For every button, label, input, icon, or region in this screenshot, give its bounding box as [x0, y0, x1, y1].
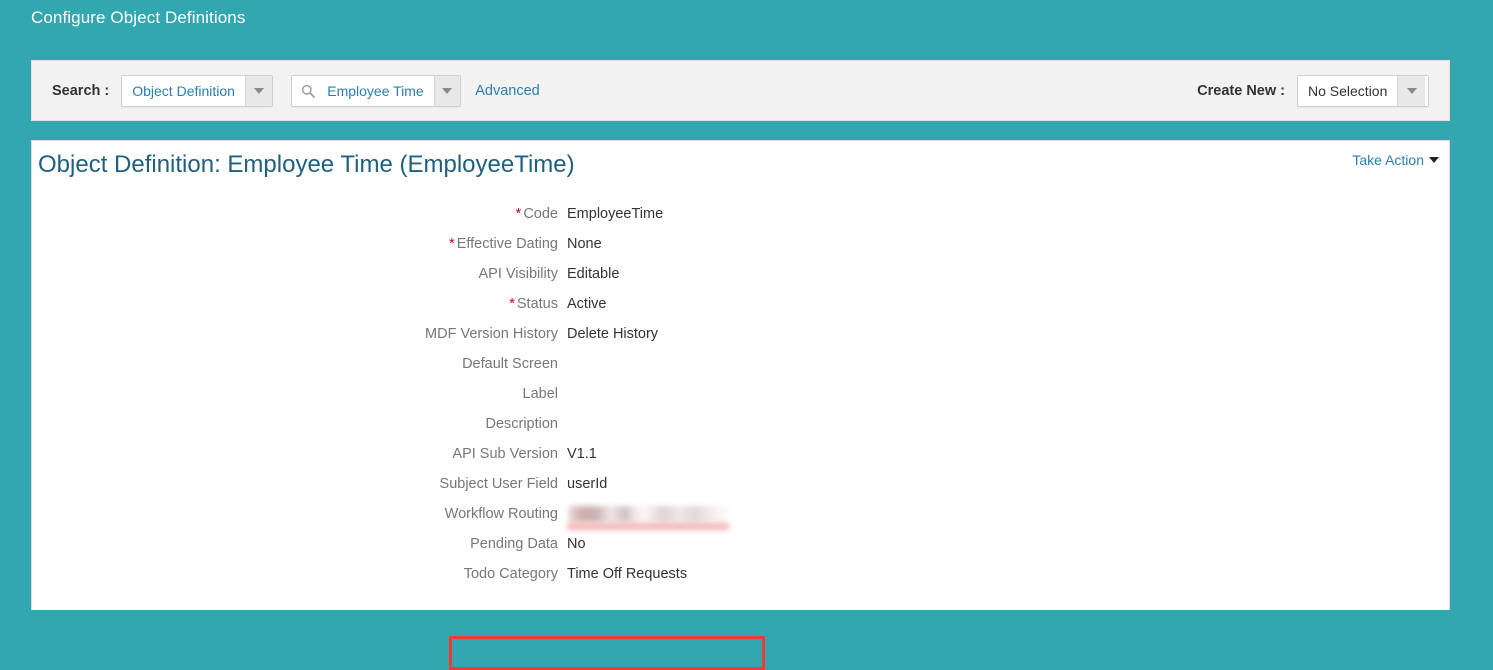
field-label: * Code — [515, 206, 558, 222]
search-label: Search : — [52, 82, 110, 99]
required-asterisk: * — [515, 206, 522, 222]
required-asterisk: * — [509, 296, 515, 312]
create-new-label: Create New : — [1197, 82, 1285, 99]
redacted-underline — [567, 523, 729, 530]
field-label: MDF Version History — [425, 326, 558, 342]
field-value: EmployeeTime — [567, 206, 664, 222]
chevron-down-icon[interactable] — [244, 75, 273, 106]
object-definition-panel: Object Definition: Employee Time (Employ… — [31, 140, 1450, 670]
field-row: MDF Version History Delete History — [32, 324, 1449, 354]
redacted-value — [567, 506, 729, 522]
field-label: Default Screen — [462, 356, 558, 372]
field-label: API Sub Version — [452, 446, 558, 462]
field-row: * Effective Dating None — [32, 234, 1449, 264]
field-label: * Effective Dating — [449, 236, 558, 252]
field-value: Editable — [567, 266, 620, 282]
search-toolbar: Search : Object Definition Employee Time… — [31, 60, 1450, 121]
take-action-menu[interactable]: Take Action — [1352, 152, 1439, 168]
workflow-routing-highlight — [449, 636, 765, 670]
field-label: API Visibility — [478, 266, 558, 282]
search-dropdown-chevron-down-icon[interactable] — [433, 75, 461, 106]
create-new-chevron-down-icon[interactable] — [1397, 75, 1426, 106]
detail-header: Object Definition: Employee Time (Employ… — [32, 141, 1449, 189]
field-value: userId — [567, 476, 608, 492]
required-asterisk: * — [449, 236, 455, 252]
field-value-redacted — [567, 504, 729, 530]
object-definition-title: Object Definition: Employee Time (Employ… — [38, 151, 575, 178]
field-label: Description — [485, 416, 558, 432]
page-title: Configure Object Definitions — [31, 8, 246, 27]
field-row: Label — [32, 384, 1449, 414]
field-row: Todo Category Time Off Requests — [32, 564, 1449, 594]
field-row: * Code EmployeeTime — [32, 204, 1449, 234]
field-row: Workflow Routing — [32, 504, 1449, 534]
field-value: Delete History — [567, 326, 659, 342]
create-new-group: Create New : No Selection — [1197, 74, 1429, 107]
field-label: Todo Category — [463, 566, 558, 582]
search-input-value[interactable]: Employee Time — [317, 76, 433, 106]
search-icon — [292, 76, 317, 106]
field-row: Pending Data No — [32, 534, 1449, 564]
field-row: Subject User Field userId — [32, 474, 1449, 504]
object-type-select[interactable]: Object Definition — [121, 74, 274, 107]
field-value: Active — [567, 296, 607, 312]
field-value: V1.1 — [567, 446, 597, 462]
field-row: * Status Active — [32, 294, 1449, 324]
field-label: Workflow Routing — [444, 506, 558, 522]
field-label: Subject User Field — [439, 476, 558, 492]
field-value: No — [567, 536, 586, 552]
field-label: * Status — [509, 296, 558, 312]
field-value: None — [567, 236, 602, 252]
field-row: Default Screen — [32, 354, 1449, 384]
object-type-select-value: Object Definition — [132, 82, 235, 99]
field-row: API Sub Version V1.1 — [32, 444, 1449, 474]
field-list: * Code EmployeeTime * Effective Dating None AP… — [32, 204, 1449, 594]
create-new-select[interactable]: No Selection — [1297, 74, 1429, 107]
field-label: Label — [522, 386, 558, 402]
advanced-search-link[interactable]: Advanced — [475, 83, 540, 99]
take-action-label: Take Action — [1352, 152, 1424, 168]
field-row: Description — [32, 414, 1449, 444]
field-row: API Visibility Editable — [32, 264, 1449, 294]
field-value: Time Off Requests — [567, 566, 688, 582]
search-input[interactable]: Employee Time — [291, 74, 462, 107]
field-label: Pending Data — [470, 536, 558, 552]
caret-down-icon — [1429, 157, 1439, 163]
create-new-select-value: No Selection — [1308, 82, 1388, 99]
